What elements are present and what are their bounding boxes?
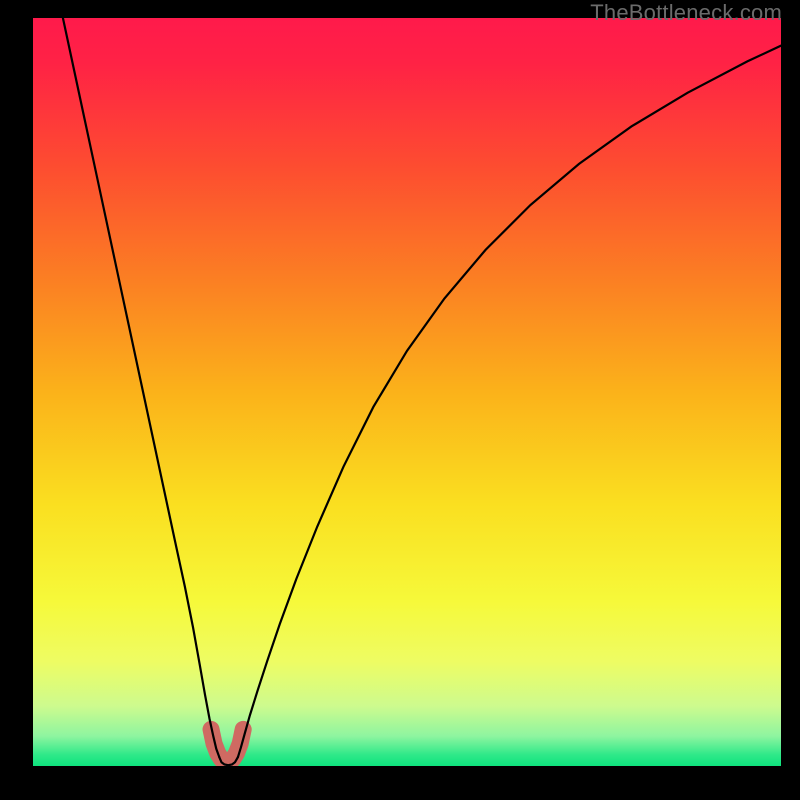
chart-frame: TheBottleneck.com bbox=[0, 0, 800, 800]
left-curve bbox=[63, 18, 219, 757]
plot-area bbox=[33, 18, 781, 766]
watermark-text: TheBottleneck.com bbox=[590, 0, 782, 26]
right-curve bbox=[238, 46, 781, 757]
curves-layer bbox=[33, 18, 781, 766]
